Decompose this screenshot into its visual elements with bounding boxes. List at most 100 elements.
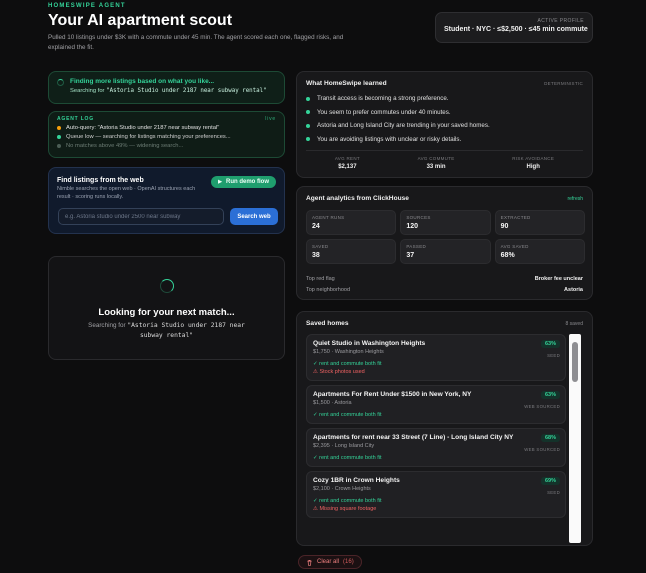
match-score-badge: 68% bbox=[540, 434, 560, 442]
bullet-icon bbox=[306, 137, 310, 141]
looking-search-text: Searching for "Astoria Studio under 2187… bbox=[49, 321, 284, 341]
clear-all-button[interactable]: Clear all (16) bbox=[298, 555, 362, 569]
agent-log-line: Queue low — searching for listings match… bbox=[57, 134, 276, 140]
web-search-input[interactable] bbox=[58, 208, 224, 225]
home-meta: $1,750 · Washington Heights bbox=[313, 349, 384, 355]
home-risk-note: ⚠ Missing square footage bbox=[313, 506, 377, 512]
insights-list: Transit access is becoming a strong pref… bbox=[306, 95, 583, 143]
finding-search-prefix: Searching for bbox=[70, 88, 107, 94]
scrollbar-thumb[interactable] bbox=[572, 342, 578, 382]
saved-homes-list[interactable]: Quiet Studio in Washington Heights $1,75… bbox=[306, 334, 566, 543]
top-red-flag-row: Top red flag Broker fee unclear bbox=[306, 276, 583, 282]
bullet-icon bbox=[306, 96, 310, 101]
saved-home-card[interactable]: Apartments for rent near 33 Street (7 Li… bbox=[306, 428, 566, 467]
home-name: Apartments for rent near 33 Street (7 Li… bbox=[313, 434, 514, 441]
insight-item: You seem to prefer commutes under 40 min… bbox=[306, 109, 583, 116]
trash-icon bbox=[307, 559, 312, 566]
insight-item: Astoria and Long Island City are trendin… bbox=[306, 122, 583, 129]
stat-avg-commute: AVG COMMUTE 33 min bbox=[418, 156, 455, 170]
match-score-badge: 63% bbox=[540, 340, 560, 348]
tile-label: AVG SAVED bbox=[500, 244, 529, 249]
insight-text: Astoria and Long Island City are trendin… bbox=[317, 122, 490, 129]
stat-label: RISK AVOIDANCE bbox=[512, 156, 555, 161]
top-neighborhood-row: Top neighborhood Astoria bbox=[306, 287, 583, 293]
home-positive-note: ✓ rent and commute both fit bbox=[313, 412, 382, 418]
clear-all-count: (16) bbox=[343, 559, 354, 565]
tile-passed: PASSED 37 bbox=[400, 239, 491, 264]
page-subtitle: Pulled 10 listings under $3K with a comm… bbox=[48, 34, 344, 51]
insight-text: Transit access is becoming a strong pref… bbox=[317, 95, 449, 102]
agent-log-line-text: Auto-query: "Astoria Studio under 2187 n… bbox=[66, 125, 220, 131]
saved-home-card[interactable]: Quiet Studio in Washington Heights $1,75… bbox=[306, 334, 566, 381]
home-meta: $2,100 · Crown Heights bbox=[313, 486, 371, 492]
refresh-link[interactable]: refresh bbox=[567, 196, 583, 202]
stat-risk-avoidance: RISK AVOIDANCE High bbox=[512, 156, 554, 170]
tile-value: 90 bbox=[500, 223, 509, 230]
insight-item: You are avoiding listings with unclear o… bbox=[306, 136, 583, 143]
insight-text: You are avoiding listings with unclear o… bbox=[317, 135, 462, 143]
stat-label: AVG RENT bbox=[334, 156, 360, 161]
top-neighborhood-label: Top neighborhood bbox=[306, 287, 351, 293]
home-name: Cozy 1BR in Crown Heights bbox=[313, 477, 400, 484]
top-red-flag-label: Top red flag bbox=[306, 276, 335, 282]
top-red-flag-value: Broker fee unclear bbox=[534, 276, 583, 282]
saved-scrollbar[interactable] bbox=[569, 334, 581, 543]
tile-agent-runs: AGENT RUNS 24 bbox=[306, 210, 397, 235]
status-dot-icon bbox=[57, 126, 61, 130]
tile-value: 68% bbox=[500, 252, 515, 259]
agent-log-line-text: Queue low — searching for listings match… bbox=[66, 134, 231, 140]
bullet-icon bbox=[306, 123, 310, 128]
saved-home-card[interactable]: Cozy 1BR in Crown Heights $2,100 · Crown… bbox=[306, 471, 566, 518]
status-dot-icon bbox=[57, 135, 61, 139]
status-dot-icon bbox=[57, 144, 61, 148]
agent-log: AGENT LOG live Auto-query: "Astoria Stud… bbox=[48, 111, 285, 158]
home-source: WEB SOURCED bbox=[524, 447, 560, 452]
saved-home-card[interactable]: Apartments For Rent Under $1500 in New Y… bbox=[306, 385, 566, 424]
web-search-panel: Find listings from the web Nimble search… bbox=[48, 167, 285, 234]
search-web-button[interactable]: Search web bbox=[230, 208, 278, 225]
looking-title: Looking for your next match... bbox=[98, 307, 235, 318]
looking-for-match-panel: Looking for your next match... Searching… bbox=[48, 256, 285, 360]
tile-avg-saved: AVG SAVED 68% bbox=[494, 239, 585, 264]
agent-log-line-text: No matches above 49% — widening search..… bbox=[66, 143, 184, 149]
agent-log-header: AGENT LOG live bbox=[57, 116, 276, 122]
tile-saved: SAVED 38 bbox=[306, 239, 397, 264]
finding-search-text: Searching for "Astoria Studio under 2187… bbox=[70, 88, 276, 94]
active-profile-value: Student · NYC · ≤$2,500 · ≤45 min commut… bbox=[444, 26, 588, 33]
saved-title: Saved homes bbox=[306, 320, 349, 327]
looking-search-prefix: Searching for bbox=[88, 322, 128, 329]
web-search-description: Nimble searches the open web · OpenAI st… bbox=[57, 186, 196, 200]
learned-title: What HomeSwipe learned bbox=[306, 80, 387, 87]
stat-value: High bbox=[526, 164, 540, 170]
page-title: Your AI apartment scout bbox=[48, 12, 233, 29]
run-demo-flow-label: Run demo flow bbox=[226, 179, 269, 185]
match-score-badge: 63% bbox=[540, 391, 560, 399]
active-profile-label: ACTIVE PROFILE bbox=[537, 18, 584, 24]
home-positive-note: ✓ rent and commute both fit bbox=[313, 361, 382, 367]
loading-spinner-icon bbox=[57, 79, 64, 86]
home-positive-note: ✓ rent and commute both fit bbox=[313, 455, 382, 461]
active-profile-card[interactable]: ACTIVE PROFILE Student · NYC · ≤$2,500 ·… bbox=[435, 12, 593, 43]
saved-homes-panel: Saved homes 8 saved Quiet Studio in Wash… bbox=[296, 311, 593, 546]
run-demo-flow-button[interactable]: ▶ Run demo flow bbox=[211, 176, 276, 188]
clear-all-label: Clear all bbox=[317, 559, 340, 565]
tile-value: 24 bbox=[312, 223, 320, 230]
tile-label: SOURCES bbox=[406, 215, 431, 220]
finding-title: Finding more listings based on what you … bbox=[70, 78, 215, 85]
agent-log-title: AGENT LOG bbox=[57, 116, 94, 122]
learned-tag: DETERMINISTIC bbox=[544, 81, 583, 86]
stat-value: 33 min bbox=[426, 164, 446, 170]
finding-listings-banner: Finding more listings based on what you … bbox=[48, 71, 285, 104]
tile-sources: SOURCES 120 bbox=[400, 210, 491, 235]
tile-label: PASSED bbox=[406, 244, 427, 249]
analytics-title: Agent analytics from ClickHouse bbox=[306, 195, 409, 202]
learned-header: What HomeSwipe learned DETERMINISTIC bbox=[306, 80, 583, 87]
home-source: SEED bbox=[547, 353, 560, 358]
learned-stats: AVG RENT $2,137 AVG COMMUTE 33 min RISK AV… bbox=[306, 150, 583, 170]
analytics-header: Agent analytics from ClickHouse refresh bbox=[306, 195, 583, 202]
analytics-panel: Agent analytics from ClickHouse refresh … bbox=[296, 186, 593, 300]
home-meta: $2,395 · Long Island City bbox=[313, 443, 375, 449]
finding-search-query: "Astoria Studio under 2187 near subway r… bbox=[106, 88, 267, 94]
home-name: Apartments For Rent Under $1500 in New Y… bbox=[313, 391, 472, 398]
home-positive-note: ✓ rent and commute both fit bbox=[313, 498, 382, 504]
